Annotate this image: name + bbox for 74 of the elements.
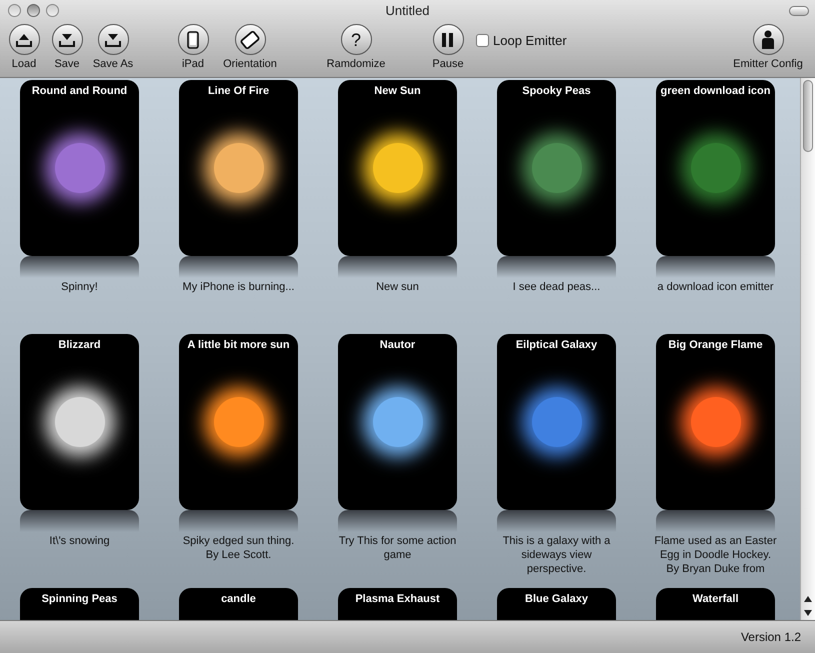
emitter-preview-card[interactable]: Spinning Peas (20, 588, 139, 620)
emitter-preview-card[interactable]: Eilptical Galaxy (497, 334, 616, 510)
emitter-title: green download icon (660, 84, 770, 99)
toolbar-button[interactable]: ? (340, 24, 372, 55)
emitter-title: Big Orange Flame (668, 338, 763, 353)
emitter-description: a download icon emitter (656, 280, 775, 294)
toolbar-label[interactable]: Load (12, 56, 36, 72)
toolbar-toggle-button[interactable] (789, 6, 809, 16)
emitter-title: Blizzard (58, 338, 101, 353)
toolbar-label[interactable]: Save (54, 56, 80, 72)
emitter-title: Waterfall (692, 592, 739, 607)
window-title: Untitled (385, 2, 430, 20)
download-tray-icon (105, 32, 121, 46)
download-tray-icon (59, 32, 75, 46)
toolbar-button[interactable] (98, 24, 128, 55)
emitter-title: Nautor (380, 338, 416, 353)
loop-emitter-label[interactable]: Loop Emitter (493, 31, 567, 50)
emitter-description: Try This for some action game (338, 534, 458, 562)
toolbar-label[interactable]: Ramdomize (326, 56, 386, 72)
toolbar-label[interactable]: Save As (92, 56, 134, 72)
zoom-button[interactable] (46, 4, 59, 17)
toolbar-button[interactable] (234, 24, 266, 55)
emitter-preview-card[interactable]: Nautor (338, 334, 457, 510)
emitter-preview-card[interactable]: Waterfall (656, 588, 775, 620)
emitter-title: Blue Galaxy (525, 592, 588, 607)
emitter-description: Spiky edged sun thing. By Lee Scott. (182, 534, 296, 562)
emitter-description: Flame used as an Easter Egg in Doodle Hockey. By Bryan Duke from (654, 534, 778, 576)
upload-tray-icon (16, 32, 32, 46)
toolbar-button[interactable] (752, 24, 784, 55)
emitter-preview-card[interactable]: candle (179, 588, 298, 620)
emitter-preview-card[interactable]: Big Orange Flame (656, 334, 775, 510)
emitter-title: Eilptical Galaxy (516, 338, 598, 353)
emitter-description: Spinny! (60, 280, 99, 294)
emitter-preview-card[interactable]: Round and Round (20, 80, 139, 256)
question-mark-icon: ? (350, 30, 361, 48)
emitter-title: Spinning Peas (42, 592, 118, 607)
emitter-preview-card[interactable]: green download icon (656, 80, 775, 256)
emitter-preview-card[interactable]: Plasma Exhaust (338, 588, 457, 620)
emitter-title: New Sun (374, 84, 421, 99)
emitter-preview-card[interactable]: Spooky Peas (497, 80, 616, 256)
emitter-description: New sun (375, 280, 420, 294)
emitter-title: Spooky Peas (522, 84, 591, 99)
loop-emitter-checkbox[interactable] (476, 34, 489, 48)
toolbar-label[interactable]: Emitter Config (733, 56, 803, 72)
toolbar-label[interactable]: iPad (182, 56, 204, 72)
emitter-title: candle (221, 592, 256, 607)
rotated-tablet-icon (240, 30, 260, 50)
scrollbar-thumb[interactable] (803, 80, 813, 152)
toolbar-button[interactable] (52, 24, 82, 55)
emitter-title: Round and Round (32, 84, 128, 99)
toolbar-label[interactable]: Orientation (223, 56, 277, 72)
minimize-button[interactable] (27, 4, 40, 17)
emitter-description: This is a galaxy with a sideways view perspective. (502, 534, 612, 576)
person-icon (761, 30, 775, 50)
pause-icon (442, 32, 454, 46)
scrollbar[interactable] (800, 78, 815, 620)
toolbar-button[interactable] (8, 24, 40, 55)
toolbar-label[interactable]: Pause (432, 56, 464, 72)
emitter-title: Line Of Fire (208, 84, 270, 99)
toolbar-button[interactable] (432, 24, 464, 55)
close-button[interactable] (8, 4, 21, 17)
toolbar-button[interactable] (178, 24, 208, 55)
emitter-preview-card[interactable]: Blizzard (20, 334, 139, 510)
version-label: Version 1.2 (740, 629, 801, 646)
emitter-description: My iPhone is burning... (182, 280, 296, 294)
emitter-preview-card[interactable]: Blue Galaxy (497, 588, 616, 620)
emitter-preview-card[interactable]: New Sun (338, 80, 457, 256)
tablet-icon (187, 30, 199, 48)
emitter-title: A little bit more sun (187, 338, 290, 353)
emitter-preview-card[interactable]: Line Of Fire (179, 80, 298, 256)
emitter-description: I see dead peas... (512, 280, 602, 294)
emitter-description: It\'s snowing (48, 534, 111, 548)
emitter-title: Plasma Exhaust (355, 592, 440, 607)
emitter-preview-card[interactable]: A little bit more sun (179, 334, 298, 510)
